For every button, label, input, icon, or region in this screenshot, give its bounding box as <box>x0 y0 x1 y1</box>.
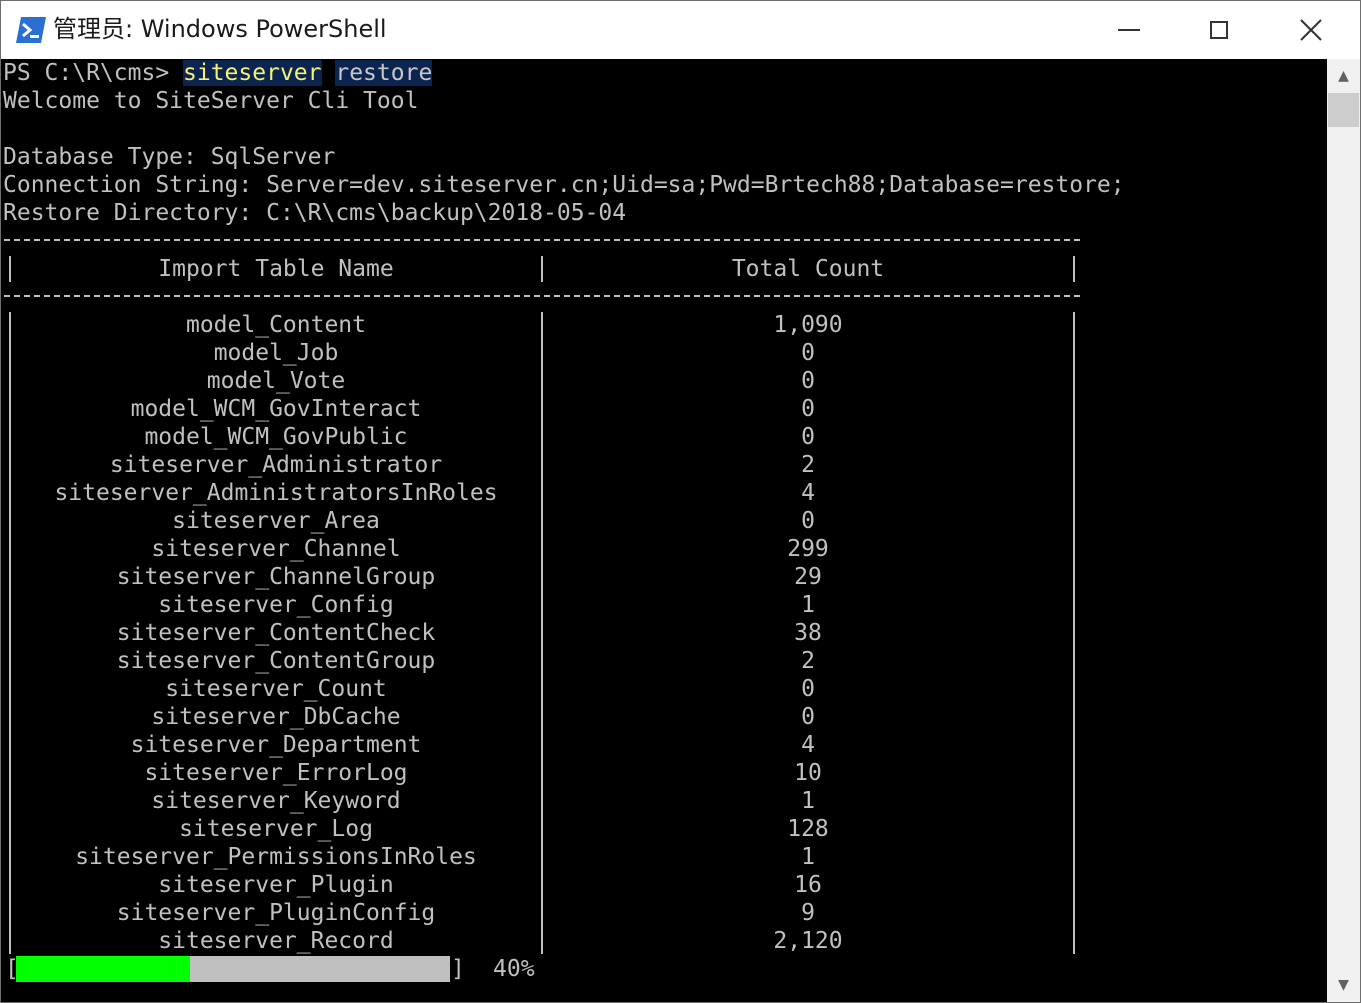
table-cell-name: model_Content <box>185 312 366 338</box>
table-cell-count: 1 <box>801 592 815 618</box>
table-cell-count: 10 <box>794 760 822 786</box>
table-cell-count: 0 <box>801 424 815 450</box>
scroll-up-button[interactable]: ▲ <box>1327 59 1360 93</box>
progress-bar <box>16 956 450 982</box>
table-cell-name: siteserver_PermissionsInRoles <box>75 844 477 870</box>
chevron-down-icon: ▼ <box>1338 977 1349 993</box>
close-icon <box>1300 19 1322 41</box>
scroll-thumb[interactable] <box>1328 93 1359 127</box>
welcome-line: Welcome to SiteServer Cli Tool <box>3 88 419 114</box>
table-cell-name: siteserver_DbCache <box>151 704 401 730</box>
prompt: PS C:\R\cms> <box>3 60 184 86</box>
scroll-down-button[interactable]: ▼ <box>1327 968 1360 1002</box>
table-cell-name: model_Vote <box>206 368 346 394</box>
maximize-button[interactable] <box>1173 1 1265 59</box>
table-cell-name: siteserver_AdministratorsInRoles <box>54 480 498 506</box>
column-header-total-count: Total Count <box>731 256 885 282</box>
table-cell-count: 29 <box>794 564 822 590</box>
table-cell-count: 2 <box>801 648 815 674</box>
table-cell-name: siteserver_Administrator <box>109 452 443 478</box>
close-button[interactable] <box>1265 1 1357 59</box>
table-cell-count: 1,090 <box>773 312 843 338</box>
table-cell-name: siteserver_ContentGroup <box>116 648 436 674</box>
table-cell-name: model_Job <box>213 340 339 366</box>
table-cell-count: 2,120 <box>773 928 843 954</box>
table-cell-name: siteserver_ContentCheck <box>116 620 436 646</box>
table-header-rule <box>4 295 1080 297</box>
console-output[interactable]: PS C:\R\cms> siteserver restore Welcome … <box>1 59 1327 1002</box>
table-cell-name: model_WCM_GovInteract <box>130 396 422 422</box>
minimize-button[interactable] <box>1083 1 1175 59</box>
table-cell-name: model_WCM_GovPublic <box>144 424 408 450</box>
powershell-window: 管理员: Windows PowerShell PS C:\R\cms> sit… <box>0 0 1361 1003</box>
table-cell-count: 4 <box>801 480 815 506</box>
table-cell-name: siteserver_ChannelGroup <box>116 564 436 590</box>
restore-directory-line: Restore Directory: C:\R\cms\backup\2018-… <box>3 200 627 226</box>
progress-bracket-close: ] <box>451 956 465 982</box>
minimize-icon <box>1118 29 1140 31</box>
table-cell-count: 0 <box>801 340 815 366</box>
table-cell-name: siteserver_Count <box>165 676 387 702</box>
progress-percent: 40% <box>493 956 535 982</box>
table-cell-name: siteserver_Log <box>179 816 373 842</box>
table-body-border-right <box>1073 312 1075 954</box>
database-type-line: Database Type: SqlServer <box>3 144 336 170</box>
command-line: PS C:\R\cms> siteserver restore <box>3 59 433 87</box>
table-cell-count: 16 <box>794 872 822 898</box>
table-cell-count: 4 <box>801 732 815 758</box>
table-cell-count: 0 <box>801 368 815 394</box>
table-cell-count: 9 <box>801 900 815 926</box>
table-cell-name: siteserver_PluginConfig <box>116 900 436 926</box>
progress-fill <box>16 956 190 982</box>
command-argument: restore <box>335 60 433 86</box>
table-cell-name: siteserver_Record <box>158 928 394 954</box>
maximize-icon <box>1210 21 1228 39</box>
table-cell-count: 0 <box>801 396 815 422</box>
table-cell-name: siteserver_Keyword <box>151 788 401 814</box>
connection-string-line: Connection String: Server=dev.siteserver… <box>3 172 1125 198</box>
table-cell-count: 0 <box>801 508 815 534</box>
column-header-table-name: Import Table Name <box>158 256 394 282</box>
table-cell-name: siteserver_Area <box>172 508 380 534</box>
table-cell-count: 0 <box>801 676 815 702</box>
table-cell-name: siteserver_Config <box>158 592 394 618</box>
table-cell-count: 1 <box>801 788 815 814</box>
window-title: 管理员: Windows PowerShell <box>53 15 387 43</box>
table-cell-name: siteserver_ErrorLog <box>144 760 408 786</box>
table-cell-name: siteserver_Channel <box>151 536 401 562</box>
table-cell-count: 2 <box>801 452 815 478</box>
powershell-icon <box>16 17 46 43</box>
chevron-up-icon: ▲ <box>1338 68 1349 84</box>
table-cell-name: siteserver_Department <box>130 732 422 758</box>
table-cell-count: 0 <box>801 704 815 730</box>
table-top-rule <box>4 239 1080 241</box>
table-cell-count: 1 <box>801 844 815 870</box>
table-cell-count: 299 <box>787 536 829 562</box>
table-border-right <box>1073 256 1075 282</box>
table-cell-count: 128 <box>787 816 829 842</box>
vertical-scrollbar[interactable]: ▲ ▼ <box>1327 59 1360 1002</box>
table-cell-count: 38 <box>794 620 822 646</box>
title-bar[interactable]: 管理员: Windows PowerShell <box>1 1 1360 59</box>
command-name: siteserver <box>183 60 322 86</box>
table-cell-name: siteserver_Plugin <box>158 872 394 898</box>
